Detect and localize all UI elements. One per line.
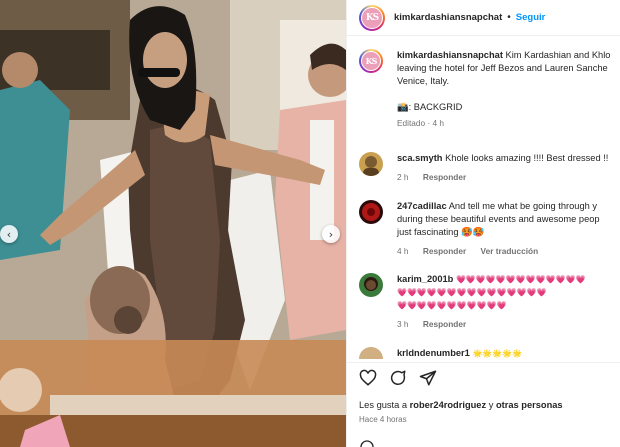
post-time[interactable]: Hace 4 horas <box>359 415 407 424</box>
comment-text-line-2: during these beautiful events and awesom… <box>397 214 600 224</box>
comment-text-line-3: just fascinating 🥵🥵 <box>397 227 485 237</box>
caption-credit: 📸: BACKGRID <box>397 102 463 112</box>
caption-line-1: Kim Kardashian and Khlo <box>505 50 611 60</box>
post-image <box>0 0 346 447</box>
comment-time[interactable]: 2 h <box>397 172 409 182</box>
comment-avatar[interactable] <box>359 273 383 297</box>
comment-hearts-line-1: 💗💗💗💗💗💗💗💗💗💗💗💗💗 <box>455 275 586 284</box>
comment-text: 🌟🌟🌟🌟🌟 <box>472 349 523 358</box>
share-icon[interactable] <box>419 369 437 387</box>
caption-avatar-logo: KS <box>361 51 381 71</box>
comment-username[interactable]: 247cadillac <box>397 201 447 211</box>
comment-username[interactable]: sca.smyth <box>397 153 442 163</box>
likes-user[interactable]: rober24rodriguez <box>410 400 486 410</box>
emoji-icon[interactable] <box>359 439 375 447</box>
follow-button[interactable]: Seguir <box>516 12 546 23</box>
separator-dot: • <box>507 12 511 23</box>
author-username[interactable]: kimkardashiansnapchat <box>394 12 502 23</box>
post-actions: Les gusta a rober24rodriguez y otras per… <box>347 362 620 447</box>
comment-avatar[interactable] <box>359 152 383 176</box>
comment-hearts-line-3: 💗💗💗💗💗💗💗💗💗💗💗 <box>397 301 507 310</box>
avatar-face-icon <box>363 156 379 176</box>
caption-line-2: leaving the hotel for Jeff Bezos and Lau… <box>397 63 608 73</box>
author-avatar-logo: KS <box>361 6 383 29</box>
caption-text: kimkardashiansnapchat Kim Kardashian and… <box>397 49 620 130</box>
reply-button[interactable]: Responder <box>423 172 466 182</box>
likes-others-link[interactable]: otras personas <box>496 400 563 410</box>
comments-list[interactable]: KS kimkardashiansnapchat Kim Kardashian … <box>347 37 620 359</box>
caption-edited: Editado · 4 h <box>397 118 445 128</box>
comment-time[interactable]: 3 h <box>397 319 409 329</box>
likes-mid: y <box>486 400 496 410</box>
author-avatar[interactable]: KS <box>359 4 385 31</box>
avatar-red-flower-icon <box>362 203 380 221</box>
post-photo: ‹ › <box>0 0 346 447</box>
likes-summary: Les gusta a rober24rodriguez y otras per… <box>359 400 563 410</box>
caption-username[interactable]: kimkardashiansnapchat <box>397 50 503 60</box>
comment-avatar[interactable] <box>359 200 383 224</box>
caption-line-3: Venice, Italy. <box>397 76 450 86</box>
comment-icon[interactable] <box>389 369 407 387</box>
translate-button[interactable]: Ver traducción <box>481 246 539 256</box>
comment-username[interactable]: krldndenumber1 <box>397 348 470 358</box>
heart-icon[interactable] <box>359 369 377 387</box>
likes-prefix: Les gusta a <box>359 400 410 410</box>
reply-button[interactable]: Responder <box>423 319 466 329</box>
avatar-face-icon <box>364 277 378 291</box>
post-sidebar: KS kimkardashiansnapchat • Seguir KS kim… <box>346 0 620 447</box>
comment-username[interactable]: karim_2001b <box>397 274 453 284</box>
comment-text-line-1: And tell me what be going through y <box>448 201 598 211</box>
comment-text: Khole looks amazing !!!! Best dressed !! <box>445 153 609 163</box>
carousel-next-button[interactable]: › <box>322 225 340 243</box>
comment-avatar[interactable] <box>359 347 383 359</box>
carousel-prev-button[interactable]: ‹ <box>0 225 18 243</box>
reply-button[interactable]: Responder <box>423 246 466 256</box>
comment-hearts-line-2: 💗💗💗💗💗💗💗💗💗💗💗💗💗💗💗 <box>397 288 547 297</box>
caption-avatar[interactable]: KS <box>359 49 383 73</box>
post-header: KS kimkardashiansnapchat • Seguir <box>347 0 620 36</box>
comment-time[interactable]: 4 h <box>397 246 409 256</box>
